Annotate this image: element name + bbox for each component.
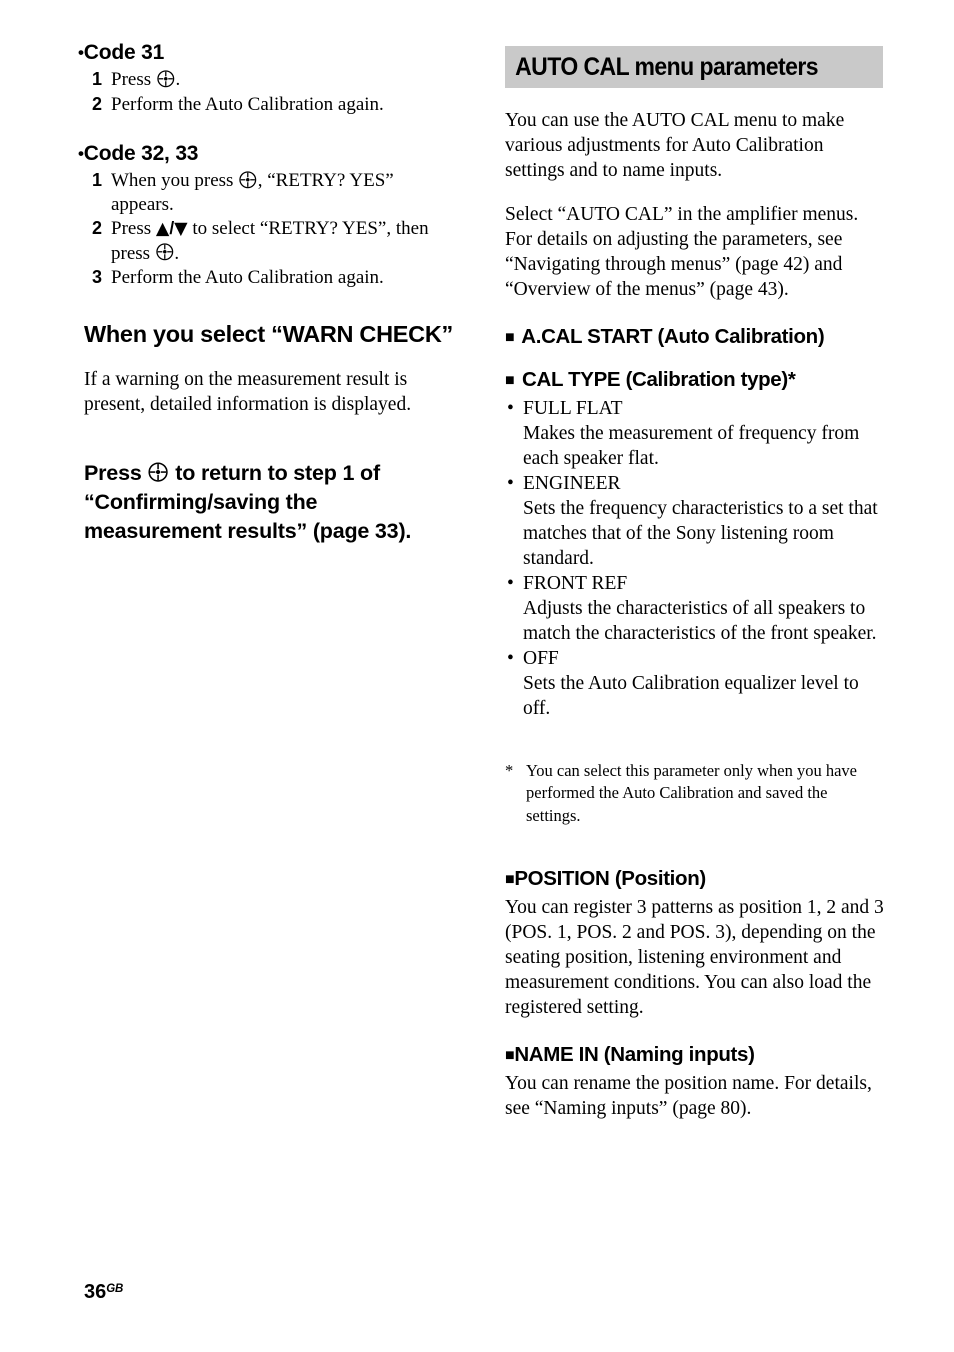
right-column: AUTO CAL menu parameters You can use the… <box>505 46 885 1121</box>
list-item: • FULL FLAT Makes the measurement of fre… <box>505 396 885 471</box>
name-in-heading-label: NAME IN (Naming inputs) <box>514 1042 755 1066</box>
enter-button-icon <box>155 242 175 262</box>
code-31-steps: 1 Press . 2 Perform the Auto Calibration… <box>84 68 459 116</box>
asterisk-marker: * <box>505 760 514 780</box>
bullet-glyph: • <box>507 473 514 494</box>
press-enter-callout: Press to return to step 1 of “Confirming… <box>84 459 459 546</box>
code-32-33-heading-label: Code 32, 33 <box>83 142 199 165</box>
step-number: 1 <box>92 69 103 89</box>
list-item: • OFF Sets the Auto Calibration equalize… <box>505 646 885 721</box>
step-text-post-2: . <box>174 242 180 264</box>
code-32-33-heading: •Code 32, 33 <box>78 141 459 167</box>
filled-square-icon: ■ <box>505 1046 515 1064</box>
enter-button-icon <box>238 170 258 190</box>
step-text-pre: Press <box>111 69 156 90</box>
up-down-arrow-icon: ▲/▼ <box>155 218 188 239</box>
list-item: • ENGINEER Sets the frequency characteri… <box>505 471 885 571</box>
callout-text-pre: Press <box>84 460 148 485</box>
name-in-body: You can rename the position name. For de… <box>505 1072 872 1119</box>
bullet-glyph: • <box>507 398 514 419</box>
auto-cal-intro-paragraph-1: You can use the AUTO CAL menu to make va… <box>505 109 845 181</box>
page-number: 36 <box>84 1281 107 1303</box>
step-item: 2 Perform the Auto Calibration again. <box>84 93 459 117</box>
name-in-heading: ■NAME IN (Naming inputs) <box>505 1042 885 1068</box>
footnote-text: You can select this parameter only when … <box>526 760 857 825</box>
step-item: 1 When you press , “RETRY? YES” appears. <box>84 169 459 216</box>
bullet-glyph: • <box>507 573 514 594</box>
option-description: Makes the measurement of frequency from … <box>523 423 860 469</box>
option-description: Sets the frequency characteristics to a … <box>523 498 878 569</box>
step-text-post: . <box>175 69 181 90</box>
left-column: •Code 31 1 Press . 2 Perform the Auto Ca… <box>78 40 459 546</box>
step-number: 1 <box>92 170 103 190</box>
option-description: Adjusts the characteristics of all speak… <box>523 598 877 644</box>
position-heading-label: POSITION (Position) <box>514 866 706 890</box>
step-item: 2 Press ▲/▼ to select “RETRY? YES”, then… <box>84 217 459 265</box>
cal-type-heading: ■ CAL TYPE (Calibration type)* <box>505 367 885 393</box>
page-footer: 36GB <box>84 1279 123 1302</box>
position-heading: ■POSITION (Position) <box>505 866 885 892</box>
step-item: 3 Perform the Auto Calibration again. <box>84 266 459 290</box>
filled-square-icon: ■ <box>505 870 515 888</box>
acal-start-heading: ■ A.CAL START (Auto Calibration) <box>505 324 885 350</box>
step-number: 3 <box>92 267 103 287</box>
step-item: 1 Press . <box>84 68 459 92</box>
cal-type-option-list: • FULL FLAT Makes the measurement of fre… <box>505 396 885 721</box>
section-banner-title: AUTO CAL menu parameters <box>515 52 819 81</box>
cal-type-footnote: * You can select this parameter only when… <box>505 760 885 828</box>
list-item: • FRONT REF Adjusts the characteristics … <box>505 571 885 646</box>
code-31-heading: •Code 31 <box>78 40 459 66</box>
code-31-block: •Code 31 1 Press . 2 Perform the Auto Ca… <box>78 40 459 116</box>
code-31-heading-label: Code 31 <box>83 41 165 64</box>
option-description: Sets the Auto Calibration equalizer leve… <box>523 673 859 719</box>
warn-check-body: If a warning on the measurement result i… <box>84 369 412 415</box>
filled-square-icon: ■ <box>505 329 517 346</box>
code-32-33-steps: 1 When you press , “RETRY? YES” appears.… <box>84 169 459 290</box>
option-name: FRONT REF <box>523 573 628 594</box>
step-number: 2 <box>92 218 103 238</box>
option-name: ENGINEER <box>523 473 621 494</box>
filled-square-icon: ■ <box>505 372 517 389</box>
option-name: OFF <box>523 648 559 669</box>
step-text-pre: Press <box>111 218 156 239</box>
enter-button-icon <box>156 69 176 89</box>
warn-check-heading: When you select “WARN CHECK” <box>84 320 453 347</box>
position-body: You can register 3 patterns as position … <box>505 896 884 1018</box>
option-name: FULL FLAT <box>523 398 623 419</box>
manual-page: •Code 31 1 Press . 2 Perform the Auto Ca… <box>0 0 954 1352</box>
acal-start-heading-label: A.CAL START (Auto Calibration) <box>521 325 825 348</box>
step-number: 2 <box>92 93 103 114</box>
section-banner: AUTO CAL menu parameters <box>505 46 883 88</box>
step-text: Perform the Auto Calibration again. <box>111 93 384 115</box>
cal-type-heading-label: CAL TYPE (Calibration type)* <box>522 368 796 391</box>
enter-button-icon <box>147 461 169 483</box>
bullet-glyph: • <box>507 648 514 669</box>
auto-cal-intro-paragraph-2: Select “AUTO CAL” in the amplifier menus… <box>505 204 859 300</box>
code-32-33-block: •Code 32, 33 1 When you press , “RETRY? … <box>78 141 459 290</box>
page-region-suffix: GB <box>106 1283 124 1295</box>
step-text-pre: When you press <box>111 170 239 191</box>
step-text: Perform the Auto Calibration again. <box>111 267 384 288</box>
